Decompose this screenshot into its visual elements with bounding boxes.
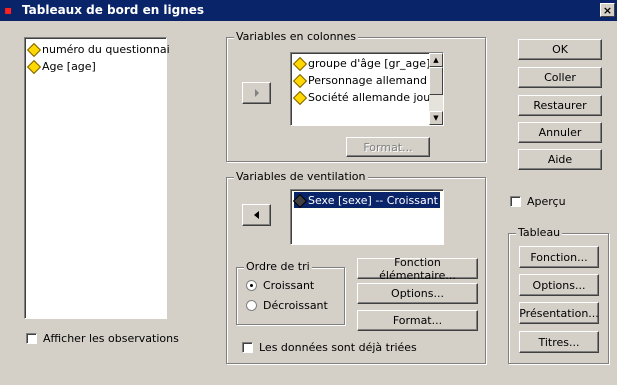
variable-icon — [294, 58, 305, 69]
columns-list-scrollbar[interactable]: ▲ ▼ — [429, 53, 443, 125]
help-button[interactable]: Aide — [518, 149, 602, 170]
cancel-button[interactable]: Annuler — [518, 122, 602, 143]
preview-checkbox[interactable]: Aperçu — [510, 195, 566, 208]
radio-on-icon — [246, 280, 257, 291]
arrow-left-icon — [254, 211, 259, 219]
breakdown-format-button[interactable]: Format... — [357, 310, 478, 331]
variable-icon — [294, 75, 305, 86]
list-item[interactable]: numéro du questionnai — [28, 41, 170, 57]
app-icon: ▪ — [4, 3, 13, 17]
presorted-checkbox[interactable]: Les données sont déjà triées — [242, 341, 417, 354]
paste-button[interactable]: Coller — [518, 67, 602, 88]
table-group-legend: Tableau — [516, 226, 563, 239]
checkbox-icon — [242, 342, 253, 353]
reset-button[interactable]: Restaurer — [518, 95, 602, 116]
scroll-down-icon[interactable]: ▼ — [429, 111, 443, 125]
source-variable-list[interactable]: numéro du questionnai Age [age] — [24, 37, 170, 319]
checkbox-icon — [510, 196, 521, 207]
variable-icon — [28, 44, 39, 55]
elementary-function-button[interactable]: Fonction élémentaire... — [357, 256, 478, 282]
variable-icon — [294, 195, 305, 206]
columns-group-legend: Variables en colonnes — [234, 30, 359, 43]
table-function-button[interactable]: Fonction... — [519, 246, 599, 268]
dialog-window: ▪ Tableaux de bord en lignes × numéro du… — [0, 0, 617, 385]
titles-button[interactable]: Titres... — [519, 331, 599, 353]
ok-button[interactable]: OK — [518, 39, 602, 60]
list-item[interactable]: Age [age] — [28, 58, 96, 74]
move-to-breakdown-button[interactable] — [242, 204, 271, 226]
close-button[interactable]: × — [600, 3, 615, 17]
scroll-up-icon[interactable]: ▲ — [429, 53, 443, 67]
table-options-button[interactable]: Options... — [519, 274, 599, 296]
sort-order-legend: Ordre de tri — [244, 260, 312, 273]
layout-button[interactable]: Présentation... — [519, 302, 599, 324]
sort-descending-radio[interactable]: Décroissant — [246, 299, 328, 312]
title-bar[interactable]: ▪ Tableaux de bord en lignes × — [0, 0, 617, 21]
breakdown-group-legend: Variables de ventilation — [234, 170, 368, 183]
breakdown-options-button[interactable]: Options... — [357, 283, 478, 304]
move-to-columns-button[interactable] — [242, 82, 271, 104]
list-item[interactable]: groupe d'âge [gr_age] — [294, 55, 430, 71]
columns-format-button[interactable]: Format... — [346, 137, 430, 157]
window-title: Tableaux de bord en lignes — [22, 3, 205, 17]
scroll-thumb[interactable] — [429, 67, 443, 95]
variable-icon — [28, 61, 39, 72]
breakdown-variable-list[interactable]: Sexe [sexe] -- Croissant — [290, 189, 444, 245]
list-item[interactable]: Société allemande jou — [294, 89, 430, 105]
radio-off-icon — [246, 300, 257, 311]
list-item[interactable]: Personnage allemand — [294, 72, 427, 88]
sort-order-group: Ordre de tri — [236, 260, 345, 325]
arrow-right-icon — [254, 89, 259, 97]
columns-variable-list[interactable]: groupe d'âge [gr_age] Personnage alleman… — [290, 52, 444, 126]
sort-ascending-radio[interactable]: Croissant — [246, 279, 314, 292]
checkbox-icon — [26, 333, 37, 344]
variable-icon — [294, 92, 305, 103]
list-item[interactable]: Sexe [sexe] -- Croissant — [293, 191, 441, 209]
show-cases-checkbox[interactable]: Afficher les observations — [26, 332, 179, 345]
